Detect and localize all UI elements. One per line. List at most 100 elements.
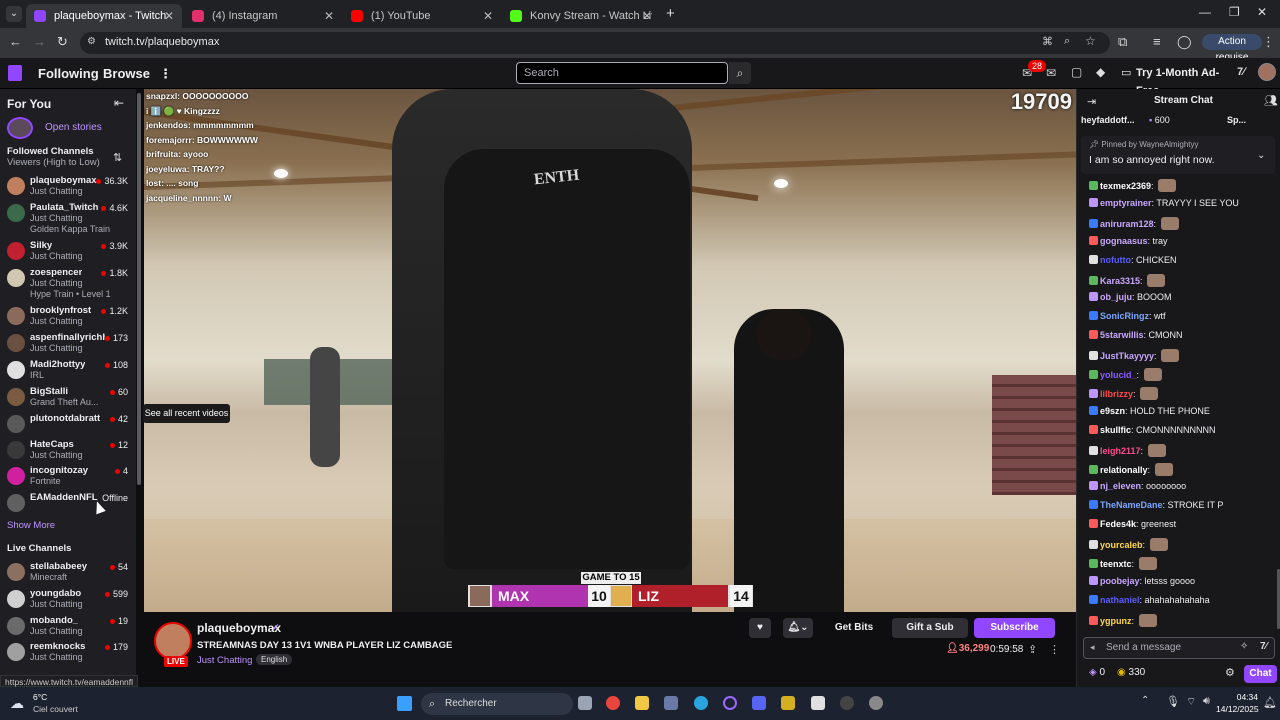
sidebar-channel-7[interactable]: BigStalli Grand Theft Au... 60: [0, 386, 136, 413]
sidebar-channel-6[interactable]: Madi2hottyy IRL 108: [0, 359, 136, 386]
live-channel-2[interactable]: mobando_ Just Chatting 19: [0, 615, 136, 642]
chat-username[interactable]: Fedes4k: [1100, 519, 1136, 529]
reading-list-icon[interactable]: ≡: [1153, 35, 1161, 49]
chat-username[interactable]: leigh2117: [1100, 446, 1141, 456]
chat-message[interactable]: Kara3315:: [1089, 273, 1166, 287]
collapse-sidebar-icon[interactable]: ⇤: [114, 96, 124, 110]
chat-message[interactable]: ygpunz:: [1089, 613, 1157, 627]
turbo-icon[interactable]: 7∕: [1237, 66, 1245, 78]
chat-username[interactable]: Kara3315: [1100, 276, 1140, 286]
tab-search-icon[interactable]: ⌄: [6, 6, 22, 22]
action-required-button[interactable]: Action requise: [1202, 34, 1262, 63]
chat-message[interactable]: emptyrainer: TRAYYY I SEE YOU: [1089, 197, 1239, 208]
chat-username[interactable]: SonicRingz: [1100, 311, 1149, 321]
sidebar-channel-0[interactable]: plaqueboymax Just Chatting 36.3K: [0, 175, 136, 202]
browse-link[interactable]: Browse: [103, 66, 150, 81]
chat-message[interactable]: lilbrizzy:: [1089, 386, 1159, 400]
obs-icon[interactable]: [840, 696, 854, 710]
chat-username[interactable]: nathaniel: [1100, 595, 1140, 605]
chat-users-icon[interactable]: 👥︎: [1264, 94, 1278, 107]
sidebar-channel-10[interactable]: incognitozay Fortnite 4: [0, 465, 136, 492]
sidebar-channel-3[interactable]: zoespencer Just Chatting Hype Train • Leve…: [0, 267, 136, 299]
clock-date[interactable]: 14/12/2025: [1216, 704, 1259, 714]
back-icon[interactable]: ←: [9, 35, 22, 49]
browser-tab-instagram[interactable]: (4) Instagram ✕: [184, 4, 342, 28]
notifications-bell-button[interactable]: 🔔︎⌄: [783, 618, 813, 638]
chat-username[interactable]: gognaasus: [1100, 236, 1148, 246]
channel-points[interactable]: ◈ 0: [1089, 667, 1105, 678]
chat-username[interactable]: ygpunz: [1100, 616, 1132, 626]
sidebar-channel-2[interactable]: Silky Just Chatting 3.9K: [0, 240, 136, 267]
chevron-down-icon[interactable]: ⌄: [1257, 150, 1265, 161]
chat-username[interactable]: nj_eleven: [1100, 481, 1141, 491]
maximize-icon[interactable]: ❐: [1229, 5, 1240, 19]
sidebar-channel-8[interactable]: plutonotdabratt 42: [0, 413, 136, 440]
get-bits-button[interactable]: Get Bits: [824, 618, 884, 638]
new-tab-button[interactable]: +: [666, 5, 675, 22]
forward-icon[interactable]: →: [33, 35, 46, 49]
leaderboard-user[interactable]: heyfaddotf...: [1081, 115, 1135, 125]
task-view-icon[interactable]: [578, 696, 592, 710]
wifi-icon[interactable]: ⌔: [1186, 695, 1196, 709]
sidebar-channel-9[interactable]: HateCaps Just Chatting 12: [0, 439, 136, 466]
subscribe-button[interactable]: Subscribe: [974, 618, 1055, 638]
chat-username[interactable]: relationally: [1100, 465, 1148, 475]
whispers-icon[interactable]: ▢: [1071, 65, 1082, 79]
taskbar-search[interactable]: ⌕ Rechercher: [421, 693, 573, 715]
more-options-icon[interactable]: ⋮: [1049, 643, 1060, 656]
chat-message[interactable]: 5starwillis: CMONN: [1089, 330, 1183, 340]
chat-message[interactable]: gognaasus: tray: [1089, 235, 1168, 246]
search-button[interactable]: ⌕: [729, 62, 751, 84]
store-icon[interactable]: [664, 696, 678, 710]
close-window-icon[interactable]: ✕: [1257, 5, 1267, 19]
weather-desc[interactable]: Ciel couvert: [33, 704, 78, 714]
chat-message[interactable]: yourcaleb:: [1089, 538, 1168, 552]
streamer-avatar[interactable]: [154, 622, 192, 660]
share-icon[interactable]: ⇪: [1028, 643, 1037, 656]
chat-message[interactable]: relationally:: [1089, 462, 1173, 476]
sidebar-scrollbar[interactable]: [137, 93, 141, 485]
video-player[interactable]: ENTH 19709 snapzxl: OOOOOOOOOO i ℹ️ 🟢 ♥ K…: [144, 89, 1076, 612]
live-channel-3[interactable]: reemknocks Just Chatting 179: [0, 641, 136, 668]
inbox-icon[interactable]: ✉: [1046, 66, 1056, 80]
chat-message[interactable]: ob_juju: BOOOM: [1089, 292, 1172, 302]
minimize-icon[interactable]: —: [1199, 5, 1211, 19]
chat-username[interactable]: emptyrainer: [1100, 198, 1152, 208]
bits-balance[interactable]: ◉ 330: [1117, 667, 1145, 678]
chat-message[interactable]: poobejay: letsss goooo: [1089, 575, 1195, 586]
chat-settings-icon[interactable]: ⚙: [1225, 666, 1235, 679]
search-input[interactable]: Search: [516, 62, 728, 84]
browser-menu-icon[interactable]: ⋮: [1262, 35, 1275, 49]
windows-start-icon[interactable]: [397, 696, 412, 711]
chat-username[interactable]: aniruram128: [1100, 219, 1154, 229]
close-tab-icon[interactable]: ✕: [483, 9, 493, 23]
app-icon-2[interactable]: [869, 696, 883, 710]
volume-icon[interactable]: 🔊︎: [1203, 695, 1210, 708]
close-tab-icon[interactable]: ✕: [324, 9, 334, 23]
discord-icon[interactable]: [752, 696, 766, 710]
leaderboard-user-2[interactable]: Sp...: [1227, 115, 1246, 125]
chat-message[interactable]: skullfic: CMONNNNNNNNN: [1089, 424, 1216, 435]
opera-icon[interactable]: [723, 696, 737, 710]
chat-username[interactable]: poobejay: [1100, 576, 1140, 586]
prediction-icon[interactable]: ✧: [1240, 641, 1248, 652]
document-icon[interactable]: [811, 696, 825, 710]
cloud-weather-icon[interactable]: ☁: [10, 695, 24, 712]
edge-icon[interactable]: [694, 696, 708, 710]
pinned-message[interactable]: 📌︎ Pinned by WayneAlmightyy I am so anno…: [1081, 136, 1275, 174]
chat-message[interactable]: JustTkayyyy:: [1089, 349, 1180, 363]
user-avatar[interactable]: [1258, 63, 1276, 81]
reload-icon[interactable]: ↻: [57, 35, 68, 49]
chat-input[interactable]: ◂ Send a message ✧ 7∕: [1083, 637, 1275, 659]
bits-icon[interactable]: ◆: [1096, 65, 1105, 79]
bits-cheer-icon[interactable]: ◂: [1090, 642, 1095, 653]
follow-heart-button[interactable]: ♥: [749, 618, 771, 638]
browser-tab-twitch[interactable]: plaqueboymax - Twitch ✕: [26, 4, 182, 28]
chat-username[interactable]: teenxtc: [1100, 559, 1132, 569]
chat-message[interactable]: teenxtc:: [1089, 557, 1157, 570]
chat-message[interactable]: leigh2117:: [1089, 443, 1166, 457]
zoom-icon[interactable]: ⌕: [1064, 35, 1070, 48]
sidebar-channel-4[interactable]: brooklynfrost Just Chatting 1.2K: [0, 305, 136, 332]
file-explorer-icon[interactable]: [635, 696, 649, 710]
gift-sub-button[interactable]: Gift a Sub: [892, 618, 968, 638]
